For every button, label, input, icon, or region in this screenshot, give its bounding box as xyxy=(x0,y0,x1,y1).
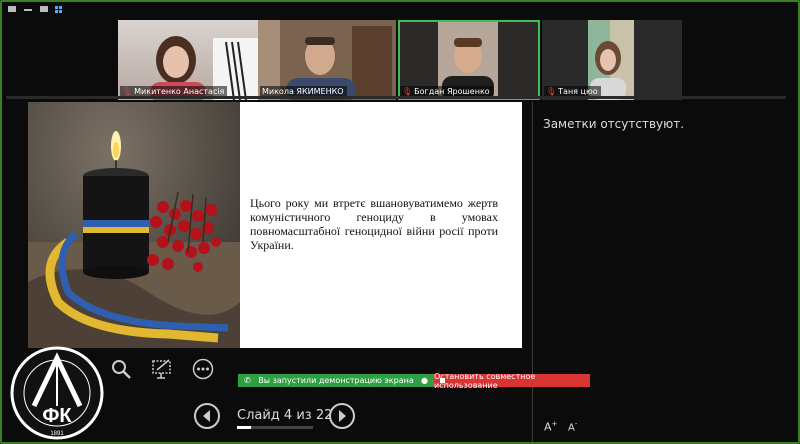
slide-progress-fill xyxy=(237,426,251,429)
slide-photo xyxy=(28,102,240,348)
participant-tile[interactable]: 🎙 Таня цюо xyxy=(542,20,682,100)
decrease-font-button[interactable]: A- xyxy=(568,420,577,433)
muted-mic-icon: 🎙 xyxy=(122,87,133,96)
top-bar xyxy=(0,0,800,18)
gallery-grid-icon[interactable] xyxy=(55,6,63,13)
logo-year: 1891 xyxy=(50,431,64,437)
previous-slide-button[interactable] xyxy=(194,403,220,429)
speaker-notes: Заметки отсутствуют. xyxy=(543,117,685,131)
window-icon[interactable] xyxy=(40,6,48,12)
next-slide-button[interactable] xyxy=(329,403,355,429)
slide-text: Цього року ми втретє вшановуватимемо жер… xyxy=(250,196,498,252)
share-status-bar: ✆ Вы запустили демонстрацию экрана ● Ост… xyxy=(238,372,590,390)
shield-icon: ● xyxy=(421,376,428,385)
stop-icon xyxy=(440,378,445,383)
participant-tile[interactable]: 🎙 Микитенко Анастасія xyxy=(118,20,258,100)
dash-icon[interactable] xyxy=(24,9,32,11)
increase-font-button[interactable]: A+ xyxy=(544,420,557,434)
logo-letters: ФК xyxy=(42,405,72,427)
more-options-icon[interactable] xyxy=(192,358,214,380)
participant-tile[interactable]: Микола ЯКИМЕНКО xyxy=(258,20,396,100)
notes-divider[interactable] xyxy=(532,102,533,442)
stop-share-button[interactable]: Остановить совместное использование xyxy=(434,372,590,390)
slide-counter: Слайд 4 из 22 xyxy=(237,408,333,423)
share-status: ✆ Вы запустили демонстрацию экрана ● xyxy=(238,374,434,387)
muted-mic-icon: 🎙 xyxy=(546,87,557,96)
strip-scrollbar[interactable] xyxy=(6,96,786,99)
slide-preview: Цього року ми втретє вшановуватимемо жер… xyxy=(28,102,522,348)
college-logo: ФК 1891 xyxy=(10,346,104,440)
candle-image xyxy=(28,102,240,348)
participant-strip: 🎙 Микитенко Анастасія Микола ЯКИМЕНКО 🎙 Бо… xyxy=(118,20,682,100)
participant-tile-active[interactable]: 🎙 Богдан Ярошенко xyxy=(398,20,540,100)
phone-icon: ✆ xyxy=(244,376,251,385)
slide-progress xyxy=(237,426,313,429)
previous-arrow-icon xyxy=(203,410,210,422)
search-icon[interactable] xyxy=(110,358,132,380)
muted-mic-icon: 🎙 xyxy=(402,87,413,96)
screen-annotate-icon[interactable] xyxy=(151,358,173,380)
next-arrow-icon xyxy=(339,410,346,422)
minimize-icon[interactable] xyxy=(8,6,16,12)
